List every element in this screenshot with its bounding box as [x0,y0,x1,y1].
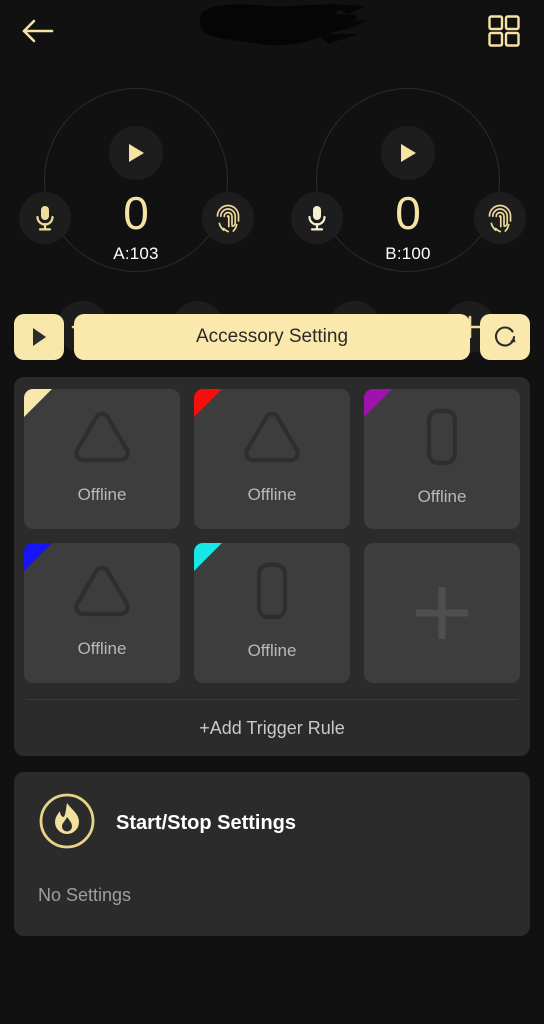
play-icon [401,144,416,162]
dial-a-play-button[interactable] [109,126,163,180]
dial-b: 0 B:100 [272,62,544,353]
app-screen: 0 A:103 0 B:100 Accessory Setting Offlin… [0,0,544,1024]
device-corner-flag [194,389,222,417]
device-corner-flag [364,389,392,417]
device-corner-flag [194,543,222,571]
device-corner-flag [24,389,52,417]
device-grid: Offline Offline Offline Offline Offline [24,389,520,683]
play-icon [33,328,46,346]
accessory-setting-label: Accessory Setting [195,326,349,347]
play-icon [129,144,144,162]
dial-a-value: 0 [123,187,149,239]
device-pill-icon [249,560,295,627]
dial-b-value: 0 [395,187,421,239]
add-trigger-rule-label: +Add Trigger Rule [199,717,345,738]
device-card[interactable]: Offline [194,543,350,683]
dial-b-play-button[interactable] [381,126,435,180]
grid-menu-button[interactable] [478,6,530,56]
start-stop-subtitle: No Settings [38,885,132,905]
back-button[interactable] [12,6,64,56]
device-triangle-icon [69,408,135,471]
redaction-scribble-icon [200,4,368,46]
device-corner-flag [24,543,52,571]
start-stop-settings-card[interactable]: Start/Stop Settings No Settings [14,772,530,936]
dial-a: 0 A:103 [0,62,272,353]
dial-a-readout: 0 A:103 [0,190,272,264]
device-status: Offline [417,486,467,506]
device-status: Offline [247,640,297,660]
plus-icon [416,587,468,639]
start-stop-title: Start/Stop Settings [116,812,297,834]
dial-a-label: A:103 [113,244,159,263]
accessory-bar: Accessory Setting [0,314,544,360]
device-card[interactable]: Offline [364,389,520,529]
start-stop-header: Start/Stop Settings [38,792,506,855]
dial-controls: 0 A:103 0 B:100 [0,62,544,353]
device-status: Offline [247,484,297,504]
top-bar [0,0,544,62]
device-status: Offline [77,484,127,504]
device-card[interactable]: Offline [24,389,180,529]
accessory-refresh-button[interactable] [480,314,530,360]
grid-menu-icon [488,15,520,47]
dial-b-label: B:100 [385,244,431,263]
flame-circle-icon [38,792,96,855]
accessory-play-button[interactable] [14,314,64,360]
device-triangle-icon [239,408,305,471]
device-card[interactable]: Offline [194,389,350,529]
device-status: Offline [77,638,127,658]
arrow-left-icon [22,19,54,43]
dial-b-readout: 0 B:100 [272,190,544,264]
device-card[interactable]: Offline [24,543,180,683]
device-triangle-icon [69,562,135,625]
refresh-icon [495,326,516,347]
device-pill-icon [419,406,465,473]
accessory-setting-button[interactable]: Accessory Setting [74,314,470,360]
redacted-title [198,0,370,52]
add-trigger-rule-button[interactable]: +Add Trigger Rule [24,700,520,756]
add-device-button[interactable] [364,543,520,683]
device-panel: Offline Offline Offline Offline Offline … [14,377,530,756]
